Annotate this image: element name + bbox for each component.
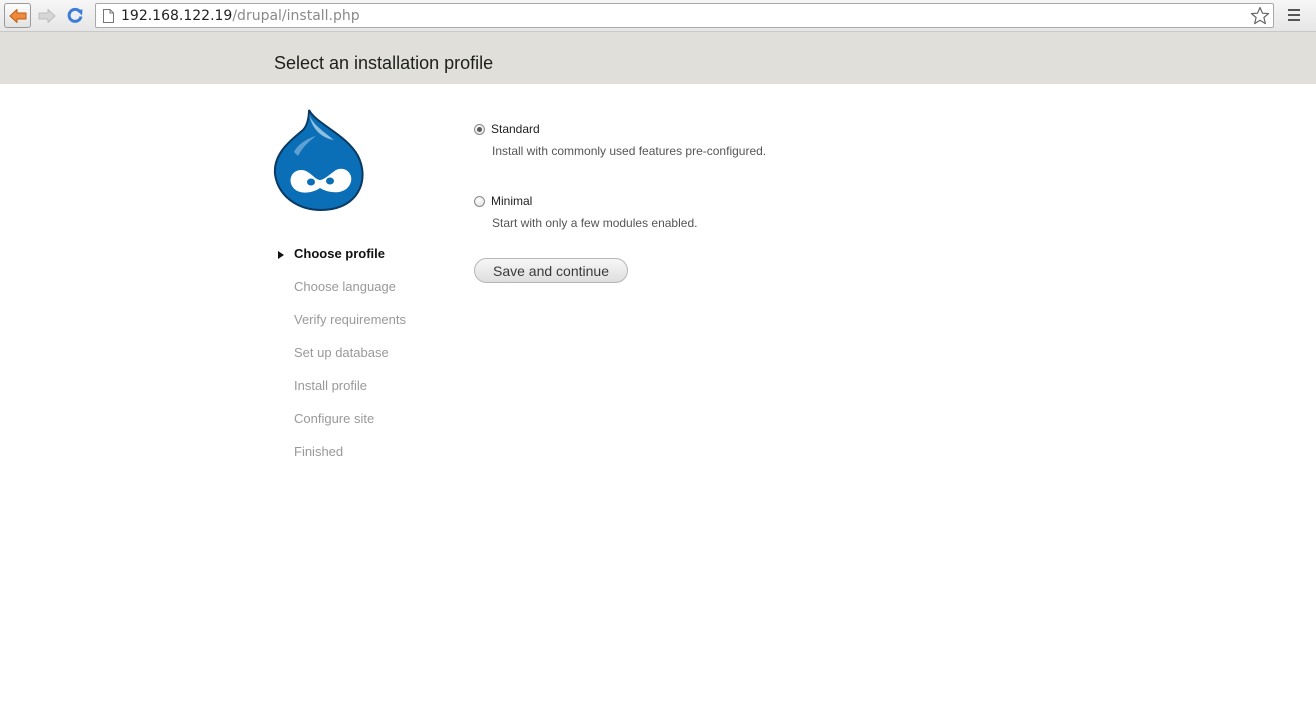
task-set-up-database: Set up database xyxy=(274,343,406,376)
url-host: 192.168.122.19 xyxy=(121,8,233,24)
task-label: Verify requirements xyxy=(294,312,406,327)
star-icon[interactable] xyxy=(1250,6,1270,26)
task-label: Choose language xyxy=(294,279,396,294)
task-verify-requirements: Verify requirements xyxy=(274,310,406,343)
minimal-label[interactable]: Minimal xyxy=(491,193,532,209)
hamburger-menu-icon[interactable] xyxy=(1286,7,1302,23)
task-choose-profile: Choose profile xyxy=(274,244,406,277)
save-and-continue-button[interactable]: Save and continue xyxy=(474,258,628,283)
task-label: Configure site xyxy=(294,411,375,426)
back-button[interactable] xyxy=(4,3,31,28)
page-title: Select an installation profile xyxy=(274,53,494,73)
url-text: 192.168.122.19/drupal/install.php xyxy=(121,8,360,24)
installation-tasks: Choose profile Choose language Verify re… xyxy=(274,244,406,475)
minimal-description: Start with only a few modules enabled. xyxy=(492,216,698,230)
drupal-logo xyxy=(273,109,364,211)
task-configure-site: Configure site xyxy=(274,409,406,442)
reload-icon xyxy=(67,7,82,23)
task-label: Install profile xyxy=(294,378,367,393)
minimal-radio[interactable] xyxy=(474,196,485,207)
task-label: Choose profile xyxy=(294,246,386,261)
forward-button[interactable] xyxy=(33,3,60,28)
forward-arrow-icon xyxy=(38,8,55,23)
task-choose-language: Choose language xyxy=(274,277,406,310)
browser-toolbar: 192.168.122.19/drupal/install.php xyxy=(0,0,1316,32)
current-step-arrow-icon xyxy=(278,251,284,259)
standard-radio[interactable] xyxy=(474,124,485,135)
task-install-profile: Install profile xyxy=(274,376,406,409)
address-bar[interactable]: 192.168.122.19/drupal/install.php xyxy=(95,3,1274,28)
back-arrow-icon xyxy=(9,8,26,23)
standard-label[interactable]: Standard xyxy=(491,121,540,137)
task-label: Finished xyxy=(294,444,344,459)
task-finished: Finished xyxy=(274,442,406,475)
url-path: /drupal/install.php xyxy=(232,8,360,24)
page-header: Select an installation profile xyxy=(0,32,1316,84)
page-icon xyxy=(103,9,114,23)
task-label: Set up database xyxy=(294,345,389,360)
reload-button[interactable] xyxy=(61,3,88,28)
standard-description: Install with commonly used features pre-… xyxy=(492,144,767,158)
